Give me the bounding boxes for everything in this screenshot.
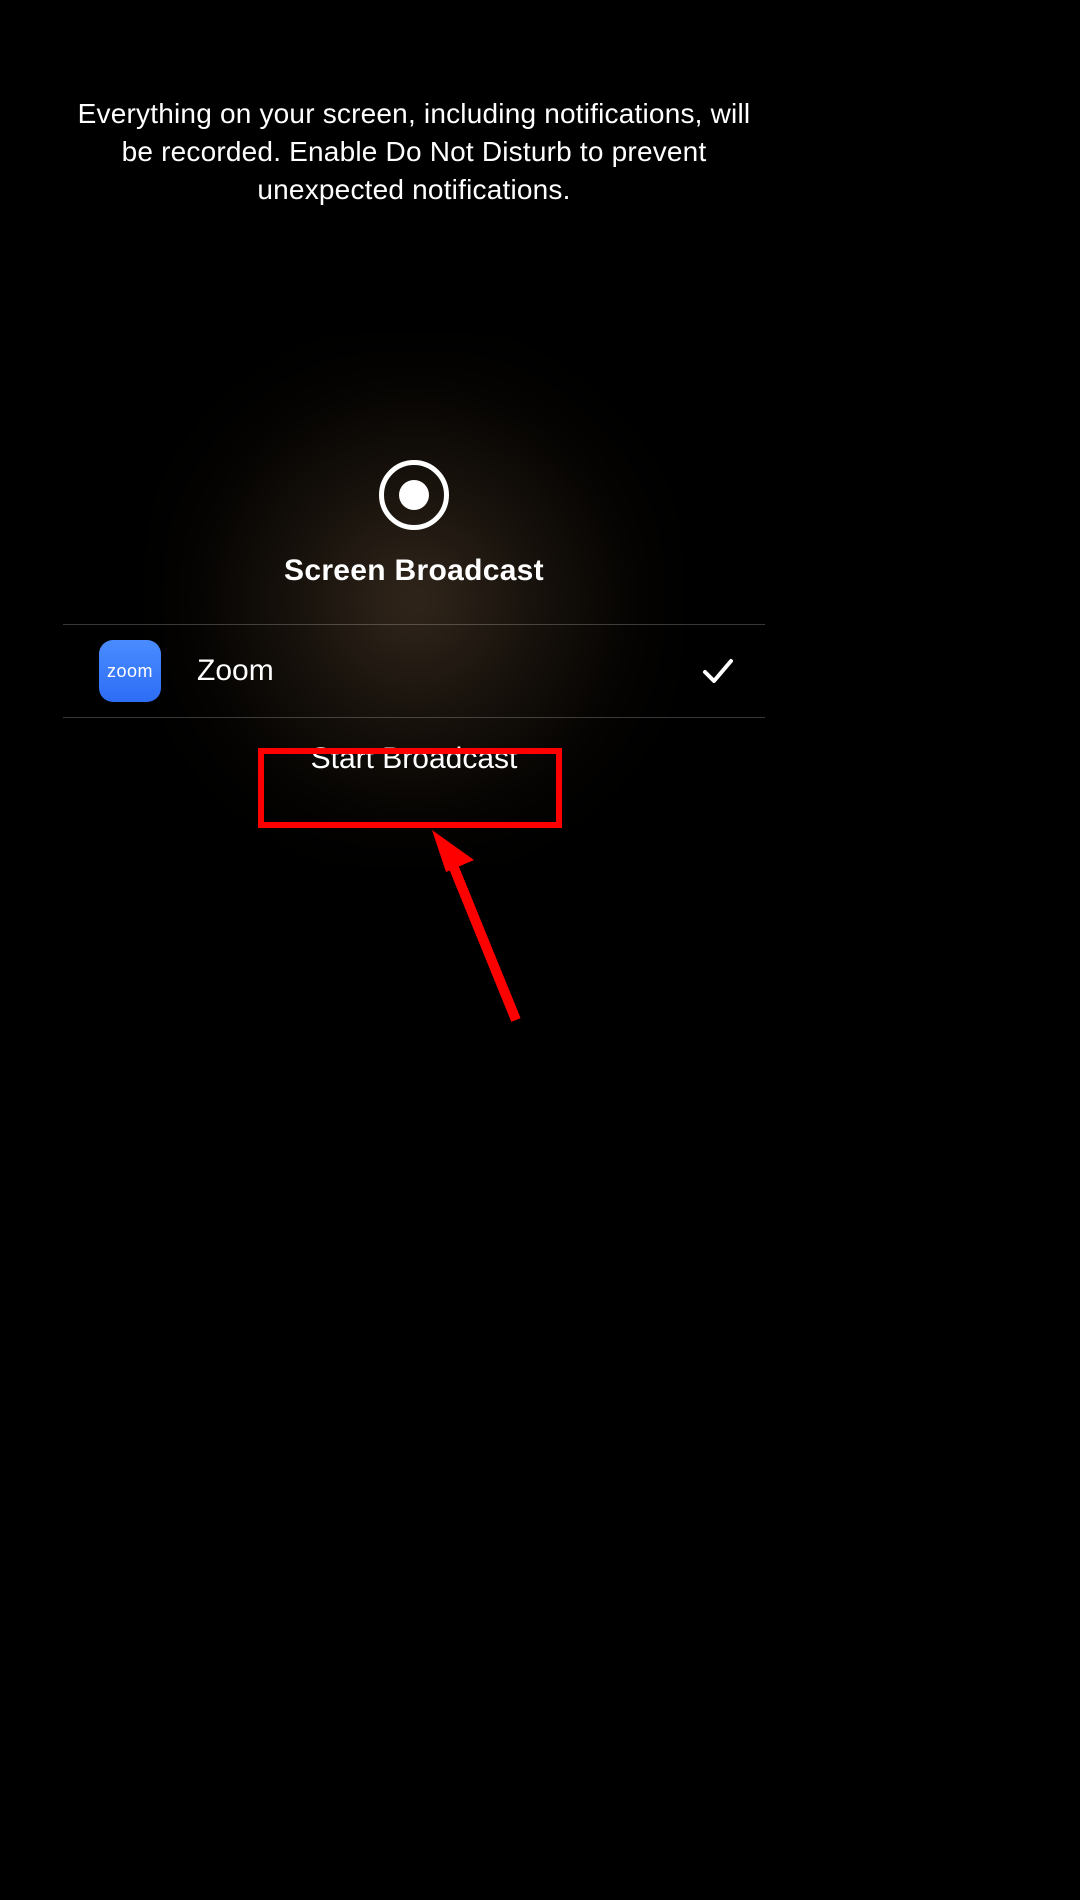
checkmark-icon [701,654,735,688]
broadcast-header: Screen Broadcast [63,440,765,624]
app-name-label: Zoom [197,654,701,688]
broadcast-panel: Screen Broadcast zoom Zoom Start Broadca… [63,440,765,794]
app-row-zoom[interactable]: zoom Zoom [63,625,765,717]
broadcast-title: Screen Broadcast [284,554,544,588]
start-broadcast-button[interactable]: Start Broadcast [275,728,554,794]
zoom-app-icon-label: zoom [107,661,153,682]
annotation-arrow-icon [396,820,556,1040]
record-icon [379,460,449,530]
record-icon-dot [399,480,429,510]
zoom-app-icon: zoom [99,640,161,702]
screen-recording-warning: Everything on your screen, including not… [60,95,768,208]
action-area: Start Broadcast [63,718,765,794]
